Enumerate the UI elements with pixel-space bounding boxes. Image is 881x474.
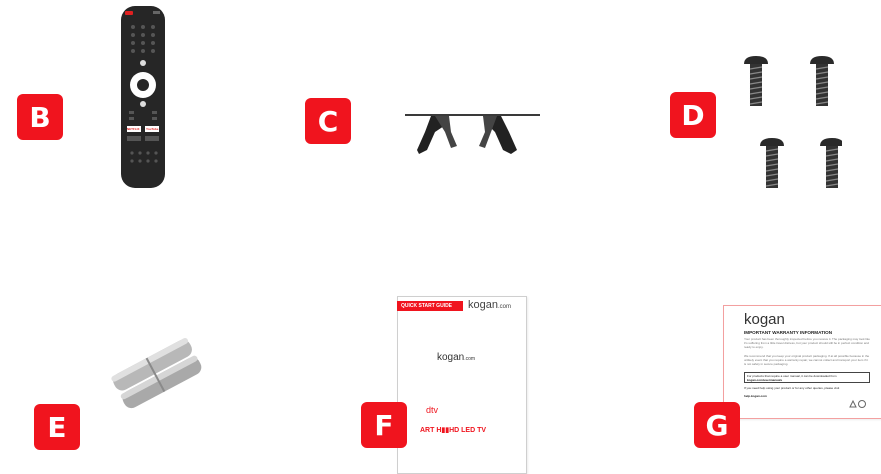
badge-e: E: [34, 404, 80, 450]
screws-image: [743, 56, 842, 189]
warranty-box-link: kogan.com/usermanuals: [747, 378, 783, 382]
warranty-para2: We recommend that you keep your original…: [744, 354, 870, 366]
quick-start-brand-suffix: .com: [497, 304, 511, 310]
tv-stand-image: [405, 114, 540, 154]
remote-control-image: [121, 6, 165, 188]
remote-youtube-label: YouTube: [146, 127, 159, 131]
warranty-title: IMPORTANT WARRANTY INFORMATION: [744, 330, 833, 335]
warranty-para1: Your product has been thoroughly inspect…: [744, 337, 870, 349]
quick-start-header-bar: QUICK START GUIDE: [397, 301, 463, 311]
badge-g: G: [694, 402, 740, 448]
quick-start-product-fragment: dtv: [426, 405, 439, 415]
badge-f: F: [361, 402, 407, 448]
quick-start-center-brand: kogan.com: [437, 352, 475, 363]
quick-start-product-title: ART H▮▮HD LED TV: [420, 427, 487, 434]
badge-c: C: [305, 98, 351, 144]
warranty-help-text: If you need help using your product or f…: [744, 386, 840, 390]
badge-b: B: [17, 94, 63, 140]
quick-start-center-brand-name: kogan: [437, 352, 465, 363]
badge-d: D: [670, 92, 716, 138]
quick-start-brand: kogan.com: [468, 299, 511, 311]
batteries-image: [111, 338, 202, 409]
quick-start-center-brand-suffix: .com: [464, 356, 476, 362]
quick-start-brand-name: kogan: [468, 299, 498, 311]
warranty-brand: kogan: [744, 311, 785, 328]
recycle-icon: [849, 399, 866, 408]
warranty-usermanual-box: For products that require a user manual,…: [744, 372, 870, 383]
quick-start-guide-booklet: [397, 296, 527, 474]
warranty-help-link: help.kogan.com: [744, 394, 767, 398]
remote-netflix-label: NETFLIX: [127, 127, 140, 131]
quick-start-header-label: QUICK START GUIDE: [401, 303, 453, 309]
